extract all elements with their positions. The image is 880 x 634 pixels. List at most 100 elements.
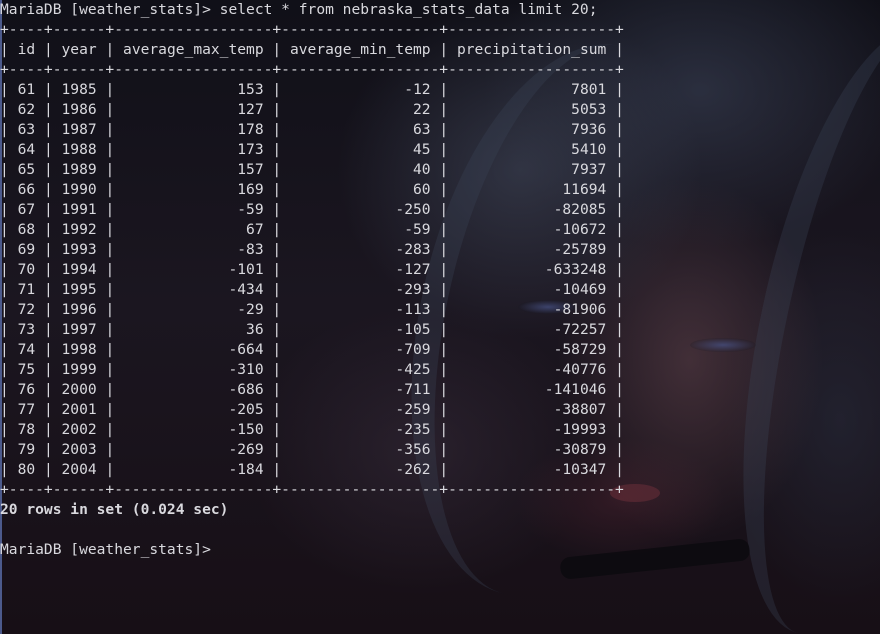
table-cell-id: 76 (17, 381, 36, 398)
table-cell-precipitation-sum: -19993 (456, 421, 607, 438)
table-cell-year: 1986 (61, 101, 97, 118)
table-cell-id: 62 (17, 101, 36, 118)
table-row: | 73 | 1997 | 36 | -105 | -72257 | (0, 321, 624, 338)
table-row: | 69 | 1993 | -83 | -283 | -25789 | (0, 241, 624, 258)
table-row: | 61 | 1985 | 153 | -12 | 7801 | (0, 81, 624, 98)
table-cell-average-min-temp: -711 (289, 381, 431, 398)
table-cell-average-min-temp: -259 (289, 401, 431, 418)
table-cell-id: 69 (17, 241, 36, 258)
table-row: | 71 | 1995 | -434 | -293 | -10469 | (0, 281, 624, 298)
table-cell-average-min-temp: 63 (289, 121, 431, 138)
table-cell-average-max-temp: 169 (123, 181, 264, 198)
table-row: | 79 | 2003 | -269 | -356 | -30879 | (0, 441, 624, 458)
table-cell-year: 1990 (61, 181, 97, 198)
table-cell-id: 61 (17, 81, 36, 98)
table-cell-year: 2004 (61, 461, 97, 478)
table-cell-id: 72 (17, 301, 36, 318)
table-cell-precipitation-sum: -30879 (456, 441, 607, 458)
table-cell-average-min-temp: -127 (289, 261, 431, 278)
table-border-mid: +----+------+------------------+--------… (0, 61, 624, 78)
table-cell-year: 2000 (61, 381, 97, 398)
column-header-average-max-temp: average_max_temp (123, 41, 264, 58)
table-cell-precipitation-sum: -141046 (456, 381, 607, 398)
table-cell-precipitation-sum: -82085 (456, 201, 607, 218)
table-cell-average-max-temp: 127 (123, 101, 264, 118)
table-cell-id: 68 (17, 221, 36, 238)
table-cell-average-min-temp: -709 (289, 341, 431, 358)
table-cell-precipitation-sum: -25789 (456, 241, 607, 258)
table-cell-year: 1992 (61, 221, 97, 238)
table-row: | 75 | 1999 | -310 | -425 | -40776 | (0, 361, 624, 378)
table-cell-precipitation-sum: 5053 (456, 101, 607, 118)
table-cell-average-max-temp: -29 (123, 301, 264, 318)
column-header-precipitation-sum: precipitation_sum (456, 41, 607, 58)
table-cell-year: 1989 (61, 161, 97, 178)
table-cell-year: 1988 (61, 141, 97, 158)
table-row: | 68 | 1992 | 67 | -59 | -10672 | (0, 221, 624, 238)
terminal-window[interactable]: MariaDB [weather_stats]> select * from n… (0, 0, 880, 634)
table-cell-id: 66 (17, 181, 36, 198)
table-cell-precipitation-sum: 7801 (456, 81, 607, 98)
table-cell-id: 70 (17, 261, 36, 278)
table-cell-average-min-temp: -113 (289, 301, 431, 318)
table-cell-year: 1993 (61, 241, 97, 258)
table-cell-precipitation-sum: -10672 (456, 221, 607, 238)
table-cell-year: 1985 (61, 81, 97, 98)
table-cell-precipitation-sum: -10347 (456, 461, 607, 478)
table-cell-average-max-temp: -101 (123, 261, 264, 278)
table-cell-average-max-temp: -269 (123, 441, 264, 458)
table-cell-average-min-temp: 45 (289, 141, 431, 158)
table-cell-average-min-temp: 22 (289, 101, 431, 118)
table-cell-year: 1998 (61, 341, 97, 358)
table-cell-average-max-temp: 153 (123, 81, 264, 98)
table-body: | 61 | 1985 | 153 | -12 | 7801 | | 62 | 1… (0, 80, 624, 480)
result-status: 20 rows in set (0.024 sec) (0, 501, 229, 518)
table-row: | 62 | 1986 | 127 | 22 | 5053 | (0, 101, 624, 118)
table-border-bottom: +----+------+------------------+--------… (0, 481, 624, 498)
table-cell-id: 65 (17, 161, 36, 178)
table-cell-average-max-temp: -83 (123, 241, 264, 258)
final-prompt: MariaDB [weather_stats]> (0, 541, 211, 558)
table-cell-average-min-temp: 40 (289, 161, 431, 178)
table-border-top: +----+------+------------------+--------… (0, 21, 624, 38)
table-cell-year: 1994 (61, 261, 97, 278)
table-cell-precipitation-sum: -10469 (456, 281, 607, 298)
table-row: | 76 | 2000 | -686 | -711 | -141046 | (0, 381, 624, 398)
table-cell-average-min-temp: -250 (289, 201, 431, 218)
table-cell-id: 77 (17, 401, 36, 418)
terminal-output[interactable]: MariaDB [weather_stats]> select * from n… (0, 0, 624, 560)
table-cell-precipitation-sum: 7936 (456, 121, 607, 138)
table-cell-average-min-temp: -105 (289, 321, 431, 338)
table-row: | 63 | 1987 | 178 | 63 | 7936 | (0, 121, 624, 138)
table-cell-id: 71 (17, 281, 36, 298)
table-row: | 77 | 2001 | -205 | -259 | -38807 | (0, 401, 624, 418)
table-cell-precipitation-sum: -58729 (456, 341, 607, 358)
table-row: | 64 | 1988 | 173 | 45 | 5410 | (0, 141, 624, 158)
table-row: | 65 | 1989 | 157 | 40 | 7937 | (0, 161, 624, 178)
table-cell-average-max-temp: 36 (123, 321, 264, 338)
table-row: | 72 | 1996 | -29 | -113 | -81906 | (0, 301, 624, 318)
final-prompt-line[interactable]: MariaDB [weather_stats]> (0, 540, 624, 560)
table-cell-id: 64 (17, 141, 36, 158)
table-cell-average-min-temp: -235 (289, 421, 431, 438)
table-row: | 80 | 2004 | -184 | -262 | -10347 | (0, 461, 624, 478)
table-cell-id: 63 (17, 121, 36, 138)
table-cell-id: 80 (17, 461, 36, 478)
table-cell-year: 1996 (61, 301, 97, 318)
table-cell-year: 2002 (61, 421, 97, 438)
table-cell-average-min-temp: -425 (289, 361, 431, 378)
table-cell-average-min-temp: -262 (289, 461, 431, 478)
table-cell-year: 1987 (61, 121, 97, 138)
table-cell-year: 1997 (61, 321, 97, 338)
table-cell-precipitation-sum: -633248 (456, 261, 607, 278)
table-cell-average-max-temp: 178 (123, 121, 264, 138)
table-cell-average-max-temp: -434 (123, 281, 264, 298)
table-cell-average-max-temp: -205 (123, 401, 264, 418)
table-cell-precipitation-sum: -38807 (456, 401, 607, 418)
table-cell-average-max-temp: -59 (123, 201, 264, 218)
table-cell-year: 1999 (61, 361, 97, 378)
table-cell-id: 79 (17, 441, 36, 458)
table-cell-precipitation-sum: -81906 (456, 301, 607, 318)
table-cell-precipitation-sum: 5410 (456, 141, 607, 158)
table-cell-id: 75 (17, 361, 36, 378)
